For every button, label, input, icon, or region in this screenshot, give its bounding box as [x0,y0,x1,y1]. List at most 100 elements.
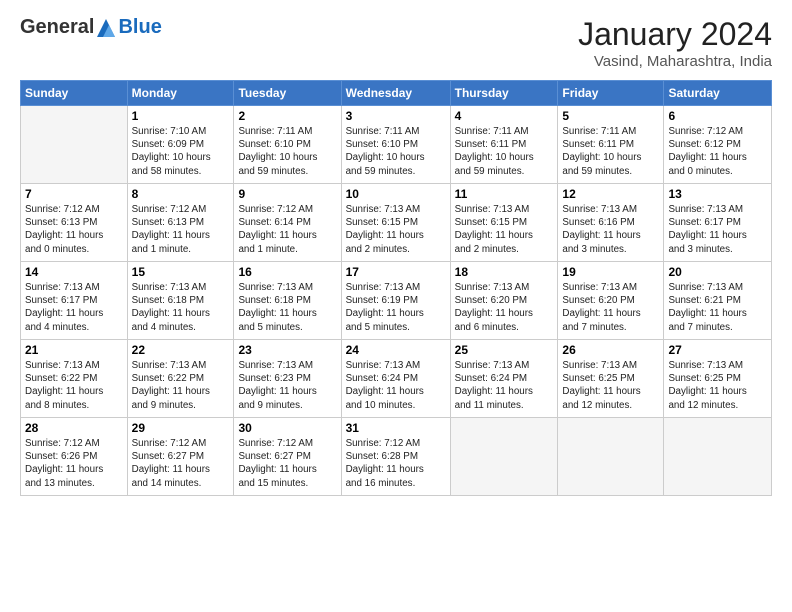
calendar-cell: 5 Sunrise: 7:11 AMSunset: 6:11 PMDaylight… [558,106,664,184]
day-info: Sunrise: 7:12 AMSunset: 6:27 PMDaylight:… [238,437,336,490]
day-number: 10 [346,187,446,201]
day-info: Sunrise: 7:13 AMSunset: 6:15 PMDaylight:… [455,203,554,256]
day-number: 7 [25,187,123,201]
day-number: 17 [346,265,446,279]
logo-general-text: General [20,16,94,39]
calendar-cell: 21 Sunrise: 7:13 AMSunset: 6:22 PMDayligh… [21,340,128,418]
logo: General Blue [20,16,162,39]
day-number: 11 [455,187,554,201]
calendar-cell: 23 Sunrise: 7:13 AMSunset: 6:23 PMDayligh… [234,340,341,418]
calendar-cell: 27Sunrise: 7:13 AMSunset: 6:25 PMDayligh… [664,340,772,418]
calendar-cell: 19Sunrise: 7:13 AMSunset: 6:20 PMDayligh… [558,262,664,340]
page: General Blue January 2024 Vasind, Mahara… [0,0,792,612]
day-info: Sunrise: 7:11 AMSunset: 6:11 PMDaylight:… [562,125,659,178]
day-info: Sunrise: 7:13 AMSunset: 6:19 PMDaylight:… [346,281,446,334]
day-number: 19 [562,265,659,279]
day-number: 12 [562,187,659,201]
calendar-cell: 2 Sunrise: 7:11 AMSunset: 6:10 PMDaylight… [234,106,341,184]
day-number: 13 [668,187,767,201]
day-info: Sunrise: 7:12 AMSunset: 6:13 PMDaylight:… [25,203,123,256]
day-info: Sunrise: 7:13 AMSunset: 6:17 PMDaylight:… [25,281,123,334]
day-number: 2 [238,109,336,123]
calendar-cell: 22 Sunrise: 7:13 AMSunset: 6:22 PMDayligh… [127,340,234,418]
day-info: Sunrise: 7:13 AMSunset: 6:24 PMDaylight:… [455,359,554,412]
day-number: 3 [346,109,446,123]
day-number: 23 [238,343,336,357]
calendar-cell: 15 Sunrise: 7:13 AMSunset: 6:18 PMDayligh… [127,262,234,340]
day-number: 29 [132,421,230,435]
day-info: Sunrise: 7:13 AMSunset: 6:18 PMDaylight:… [238,281,336,334]
day-number: 14 [25,265,123,279]
day-info: Sunrise: 7:13 AMSunset: 6:22 PMDaylight:… [25,359,123,412]
calendar-day-header: Tuesday [234,81,341,106]
day-number: 24 [346,343,446,357]
day-info: Sunrise: 7:13 AMSunset: 6:15 PMDaylight:… [346,203,446,256]
calendar-cell: 1 Sunrise: 7:10 AMSunset: 6:09 PMDaylight… [127,106,234,184]
day-number: 30 [238,421,336,435]
day-info: Sunrise: 7:12 AMSunset: 6:14 PMDaylight:… [238,203,336,256]
day-info: Sunrise: 7:13 AMSunset: 6:17 PMDaylight:… [668,203,767,256]
calendar-cell: 20 Sunrise: 7:13 AMSunset: 6:21 PMDayligh… [664,262,772,340]
calendar-cell: 10 Sunrise: 7:13 AMSunset: 6:15 PMDayligh… [341,184,450,262]
day-number: 20 [668,265,767,279]
calendar-cell: 8 Sunrise: 7:12 AMSunset: 6:13 PMDaylight… [127,184,234,262]
day-info: Sunrise: 7:12 AMSunset: 6:28 PMDaylight:… [346,437,446,490]
calendar-cell: 18 Sunrise: 7:13 AMSunset: 6:20 PMDayligh… [450,262,558,340]
day-info: Sunrise: 7:12 AMSunset: 6:26 PMDaylight:… [25,437,123,490]
logo-icon [95,19,117,37]
calendar-cell [21,106,128,184]
day-info: Sunrise: 7:11 AMSunset: 6:10 PMDaylight:… [346,125,446,178]
calendar-cell: 31 Sunrise: 7:12 AMSunset: 6:28 PMDayligh… [341,418,450,496]
day-number: 8 [132,187,230,201]
calendar-cell: 12Sunrise: 7:13 AMSunset: 6:16 PMDayligh… [558,184,664,262]
calendar-cell: 16 Sunrise: 7:13 AMSunset: 6:18 PMDayligh… [234,262,341,340]
calendar-day-header: Sunday [21,81,128,106]
day-number: 21 [25,343,123,357]
calendar-day-header: Monday [127,81,234,106]
calendar-cell: 4 Sunrise: 7:11 AMSunset: 6:11 PMDaylight… [450,106,558,184]
calendar-cell: 9 Sunrise: 7:12 AMSunset: 6:14 PMDaylight… [234,184,341,262]
day-number: 4 [455,109,554,123]
day-number: 15 [132,265,230,279]
day-info: Sunrise: 7:12 AMSunset: 6:13 PMDaylight:… [132,203,230,256]
day-info: Sunrise: 7:13 AMSunset: 6:25 PMDaylight:… [562,359,659,412]
calendar-cell: 28 Sunrise: 7:12 AMSunset: 6:26 PMDayligh… [21,418,128,496]
day-info: Sunrise: 7:13 AMSunset: 6:18 PMDaylight:… [132,281,230,334]
calendar-week-row: 21 Sunrise: 7:13 AMSunset: 6:22 PMDayligh… [21,340,772,418]
calendar-day-header: Friday [558,81,664,106]
calendar-cell: 26 Sunrise: 7:13 AMSunset: 6:25 PMDayligh… [558,340,664,418]
day-info: Sunrise: 7:12 AMSunset: 6:27 PMDaylight:… [132,437,230,490]
day-info: Sunrise: 7:11 AMSunset: 6:10 PMDaylight:… [238,125,336,178]
calendar-week-row: 7 Sunrise: 7:12 AMSunset: 6:13 PMDaylight… [21,184,772,262]
day-info: Sunrise: 7:13 AMSunset: 6:23 PMDaylight:… [238,359,336,412]
day-number: 26 [562,343,659,357]
day-info: Sunrise: 7:13 AMSunset: 6:20 PMDaylight:… [455,281,554,334]
calendar-header-row: SundayMondayTuesdayWednesdayThursdayFrid… [21,81,772,106]
header: General Blue January 2024 Vasind, Mahara… [20,16,772,70]
logo-blue-text: Blue [118,16,161,39]
calendar-cell: 11 Sunrise: 7:13 AMSunset: 6:15 PMDayligh… [450,184,558,262]
day-number: 31 [346,421,446,435]
day-number: 18 [455,265,554,279]
calendar-cell: 24Sunrise: 7:13 AMSunset: 6:24 PMDayligh… [341,340,450,418]
day-info: Sunrise: 7:10 AMSunset: 6:09 PMDaylight:… [132,125,230,178]
calendar-week-row: 28 Sunrise: 7:12 AMSunset: 6:26 PMDayligh… [21,418,772,496]
calendar-cell: 14 Sunrise: 7:13 AMSunset: 6:17 PMDayligh… [21,262,128,340]
calendar-table: SundayMondayTuesdayWednesdayThursdayFrid… [20,80,772,496]
day-info: Sunrise: 7:11 AMSunset: 6:11 PMDaylight:… [455,125,554,178]
day-number: 28 [25,421,123,435]
calendar-week-row: 14 Sunrise: 7:13 AMSunset: 6:17 PMDayligh… [21,262,772,340]
calendar-cell [664,418,772,496]
day-info: Sunrise: 7:13 AMSunset: 6:21 PMDaylight:… [668,281,767,334]
day-number: 1 [132,109,230,123]
calendar-cell: 6Sunrise: 7:12 AMSunset: 6:12 PMDaylight… [664,106,772,184]
day-number: 25 [455,343,554,357]
calendar-day-header: Wednesday [341,81,450,106]
day-number: 16 [238,265,336,279]
day-number: 27 [668,343,767,357]
day-info: Sunrise: 7:13 AMSunset: 6:22 PMDaylight:… [132,359,230,412]
day-number: 9 [238,187,336,201]
day-number: 22 [132,343,230,357]
day-number: 5 [562,109,659,123]
calendar-week-row: 1 Sunrise: 7:10 AMSunset: 6:09 PMDaylight… [21,106,772,184]
